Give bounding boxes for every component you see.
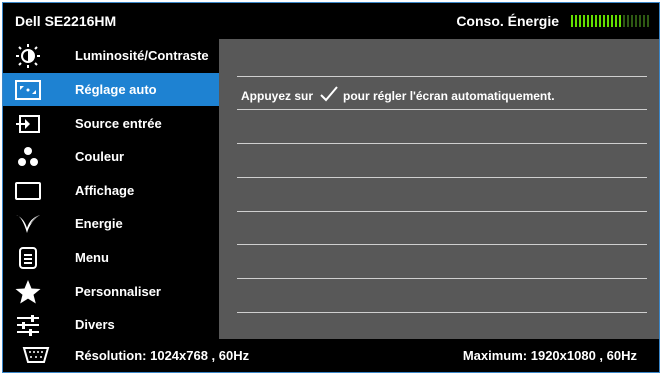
- menu-item-menu[interactable]: Menu: [3, 241, 219, 274]
- menu-label-menu: Menu: [75, 250, 109, 265]
- energy-segment: [587, 15, 589, 27]
- brightness-icon: [13, 42, 43, 69]
- auto-adjust-icon: [13, 76, 43, 103]
- color-icon: [13, 143, 43, 170]
- menu-item-energy[interactable]: Energie: [3, 207, 219, 240]
- separator-line: [237, 109, 647, 110]
- input-source-icon: [13, 110, 43, 137]
- energy-meter: Conso. Énergie: [456, 13, 649, 29]
- menu-label-brightness-contrast: Luminosité/Contraste: [75, 48, 209, 63]
- energy-leaf-icon: [13, 210, 43, 237]
- display-icon: [13, 177, 43, 204]
- energy-segment: [643, 15, 645, 27]
- menu-label-personalize: Personnaliser: [75, 284, 161, 299]
- energy-label: Conso. Énergie: [456, 13, 559, 29]
- separator-line: [237, 211, 647, 212]
- energy-segment: [591, 15, 593, 27]
- energy-segment: [579, 15, 581, 27]
- energy-segment: [639, 15, 641, 27]
- separator-line: [237, 76, 647, 77]
- separator-line: [237, 177, 647, 178]
- model-name: Dell SE2216HM: [15, 13, 117, 29]
- monitor-osd: Dell SE2216HM Conso. Énergie Luminosité/…: [2, 2, 660, 373]
- energy-segment: [595, 15, 597, 27]
- energy-bar: [571, 14, 649, 28]
- separator-line: [237, 278, 647, 279]
- instruction-text-start: Appuyez sur: [241, 88, 314, 103]
- menu-item-auto-adjust[interactable]: Réglage auto: [3, 73, 219, 106]
- energy-segment: [603, 15, 605, 27]
- energy-segment: [631, 15, 633, 27]
- current-resolution: Résolution: 1024x768 , 60Hz: [75, 348, 250, 363]
- menu-item-brightness-contrast[interactable]: Luminosité/Contraste: [3, 39, 219, 72]
- menu-item-others[interactable]: Divers: [3, 308, 219, 341]
- menu-label-auto-adjust: Réglage auto: [75, 82, 157, 97]
- energy-segment: [635, 15, 637, 27]
- instruction-text-end: pour régler l'écran automatiquement.: [343, 88, 555, 103]
- energy-segment: [623, 15, 625, 27]
- menu-item-color[interactable]: Couleur: [3, 140, 219, 173]
- energy-segment: [575, 15, 577, 27]
- energy-segment: [611, 15, 613, 27]
- menu-label-others: Divers: [75, 317, 115, 332]
- sliders-icon: [13, 311, 43, 338]
- title-bar: Dell SE2216HM Conso. Énergie: [3, 3, 659, 39]
- checkmark-icon: [319, 85, 339, 106]
- separator-line: [237, 312, 647, 313]
- menu-label-energy: Energie: [75, 216, 123, 231]
- menu-label-input-source: Source entrée: [75, 116, 162, 131]
- menu-label-display: Affichage: [75, 183, 135, 198]
- menu-item-input-source[interactable]: Source entrée: [3, 107, 219, 140]
- energy-segment: [647, 15, 649, 27]
- auto-adjust-instruction: Appuyez sur pour régler l'écran automati…: [241, 85, 555, 106]
- menu-label-color: Couleur: [75, 149, 125, 164]
- star-icon: [13, 278, 43, 305]
- menu-icon: [13, 244, 43, 271]
- energy-segment: [627, 15, 629, 27]
- content-panel: Appuyez sur pour régler l'écran automati…: [219, 39, 659, 339]
- status-bar: Résolution: 1024x768 , 60Hz Maximum: 192…: [3, 339, 659, 372]
- separator-line: [237, 143, 647, 144]
- maximum-resolution: Maximum: 1920x1080 , 60Hz: [462, 348, 637, 363]
- menu-item-display[interactable]: Affichage: [3, 174, 219, 207]
- energy-segment: [599, 15, 601, 27]
- energy-segment: [583, 15, 585, 27]
- vga-connector-icon: [21, 346, 51, 367]
- energy-segment: [571, 15, 573, 27]
- sidebar-menu: Luminosité/Contraste Réglage auto Source…: [3, 39, 219, 339]
- energy-segment: [619, 15, 621, 27]
- separator-line: [237, 244, 647, 245]
- energy-segment: [615, 15, 617, 27]
- menu-item-personalize[interactable]: Personnaliser: [3, 275, 219, 308]
- energy-segment: [607, 15, 609, 27]
